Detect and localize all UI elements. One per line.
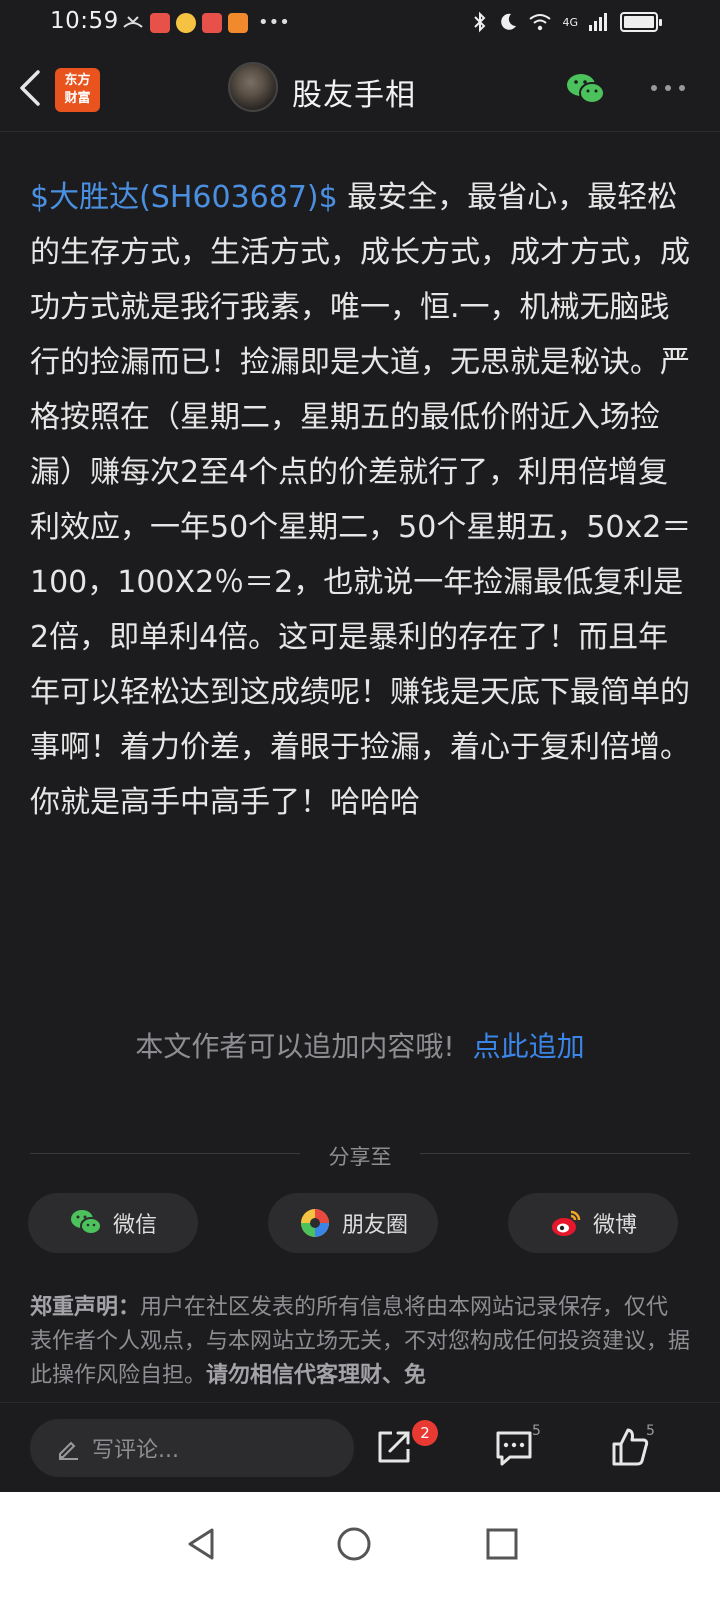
comment-count: 5 bbox=[532, 1423, 541, 1439]
status-bar: 10:59 ••• 4G bbox=[0, 0, 720, 48]
circle-home-icon bbox=[337, 1527, 371, 1561]
more-notifications-icon: ••• bbox=[258, 12, 290, 33]
share-divider: 分享至 bbox=[0, 1139, 720, 1169]
disclaimer-title: 郑重声明： bbox=[30, 1295, 141, 1320]
share-button[interactable] bbox=[372, 1425, 416, 1469]
wifi-icon bbox=[529, 14, 552, 31]
stock-tag-link[interactable]: $大胜达(SH603687)$ bbox=[30, 180, 338, 215]
share-wechat-button[interactable]: 微信 bbox=[28, 1193, 198, 1253]
app-notification-icon bbox=[202, 12, 222, 33]
comment-input[interactable]: 写评论... bbox=[30, 1419, 354, 1477]
logo-text-line1: 东方 bbox=[64, 73, 91, 88]
app-notification-icon bbox=[150, 12, 170, 33]
share-label: 分享至 bbox=[328, 1145, 392, 1169]
moments-icon bbox=[300, 1209, 329, 1237]
more-horizontal-icon bbox=[651, 85, 685, 91]
append-content-link[interactable]: 点此追加 bbox=[473, 1030, 585, 1063]
chevron-left-icon bbox=[20, 70, 40, 106]
article-text: 最安全，最省心，最轻松的生存方式，生活方式，成长方式，成才方式，成功方式就是我行… bbox=[30, 180, 692, 820]
logo-text-line2: 财富 bbox=[64, 91, 91, 106]
share-count-badge: 2 bbox=[412, 1420, 438, 1446]
signal-icon bbox=[589, 13, 607, 31]
divider-line bbox=[420, 1153, 690, 1154]
system-nav-bar bbox=[0, 1492, 720, 1600]
weibo-notification-icon bbox=[176, 12, 196, 33]
share-weibo-label: 微博 bbox=[592, 1213, 637, 1238]
article-body: $大胜达(SH603687)$ 最安全，最省心，最轻松的生存方式，生活方式，成长… bbox=[30, 170, 694, 830]
append-hint: 本文作者可以追加内容哦! bbox=[135, 1030, 455, 1063]
status-right-icons: 4G bbox=[472, 11, 608, 33]
battery-icon bbox=[620, 12, 662, 32]
disclaimer: 郑重声明：用户在社区发表的所有信息将由本网站记录保存，仅代表作者个人观点，与本网… bbox=[30, 1291, 690, 1397]
network-type: 4G bbox=[562, 15, 578, 29]
nav-home-button[interactable] bbox=[332, 1522, 376, 1566]
square-recents-icon bbox=[486, 1528, 518, 1560]
comment-button[interactable] bbox=[492, 1425, 536, 1469]
append-content-row: 本文作者可以追加内容哦! 点此追加 bbox=[0, 1025, 720, 1065]
nav-back-button[interactable] bbox=[180, 1522, 224, 1566]
author-avatar[interactable] bbox=[228, 62, 278, 112]
status-time: 10:59 bbox=[50, 8, 119, 34]
notification-icons: ••• bbox=[122, 12, 290, 33]
weibo-icon bbox=[551, 1210, 581, 1236]
moon-icon bbox=[501, 13, 517, 30]
bottom-action-bar: 写评论... 2 5 5 bbox=[0, 1402, 720, 1492]
share-weibo-button[interactable]: 微博 bbox=[508, 1193, 678, 1253]
like-count: 5 bbox=[646, 1423, 655, 1439]
nav-recents-button[interactable] bbox=[480, 1522, 524, 1566]
comment-placeholder: 写评论... bbox=[92, 1438, 179, 1463]
app-notification-icon bbox=[228, 12, 248, 33]
missed-call-icon bbox=[123, 15, 143, 28]
page-title: 股友手相 bbox=[292, 78, 416, 113]
share-moments-button[interactable]: 朋友圈 bbox=[268, 1193, 438, 1253]
pencil-icon bbox=[59, 1441, 78, 1460]
share-icon bbox=[378, 1431, 410, 1463]
wechat-share-button[interactable] bbox=[565, 70, 607, 108]
share-wechat-label: 微信 bbox=[112, 1213, 157, 1238]
wechat-icon bbox=[567, 74, 605, 104]
wechat-icon bbox=[70, 1210, 102, 1235]
back-button[interactable] bbox=[10, 66, 50, 110]
app-logo[interactable]: 东方 财富 bbox=[55, 68, 100, 112]
disclaimer-warning: 请勿相信代客理财、免 bbox=[206, 1363, 427, 1388]
more-options-button[interactable] bbox=[648, 76, 688, 100]
top-header: 东方 财富 股友手相 bbox=[0, 48, 720, 132]
share-moments-label: 朋友圈 bbox=[341, 1213, 408, 1238]
triangle-back-icon bbox=[188, 1528, 214, 1560]
comment-icon bbox=[496, 1431, 532, 1466]
bluetooth-icon bbox=[474, 11, 486, 33]
